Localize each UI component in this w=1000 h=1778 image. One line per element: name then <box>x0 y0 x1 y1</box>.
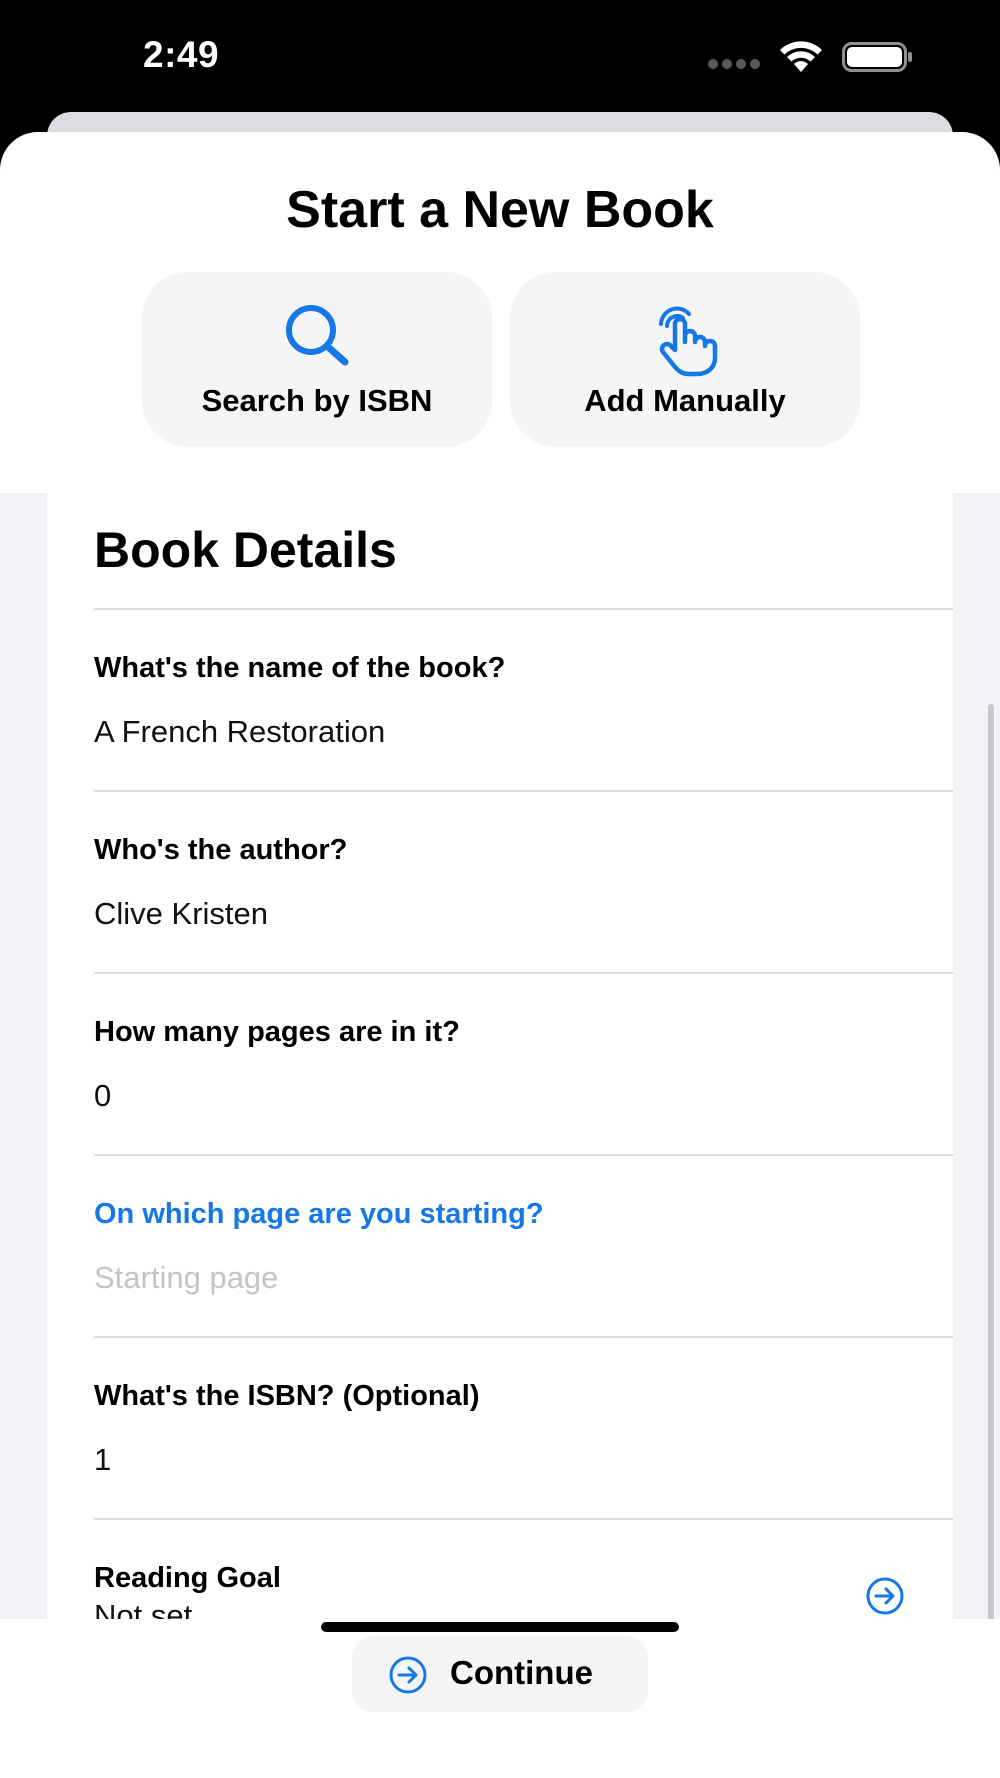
page-count-input[interactable]: 0 <box>94 1078 111 1114</box>
status-time: 2:49 <box>143 34 220 75</box>
book-name-input[interactable]: A French Restoration <box>94 714 385 750</box>
field-label: What's the ISBN? (Optional) <box>94 1380 480 1412</box>
isbn-field[interactable]: What's the ISBN? (Optional) 1 <box>94 1336 953 1518</box>
reading-goal-value: Not set <box>94 1598 193 1619</box>
arrow-circle-right-icon <box>389 1656 427 1694</box>
starting-page-field[interactable]: On which page are you starting? Starting… <box>94 1154 953 1336</box>
field-label-focused: On which page are you starting? <box>94 1198 544 1230</box>
field-label: How many pages are in it? <box>94 1016 460 1048</box>
wifi-icon <box>780 41 822 72</box>
starting-page-input[interactable]: Starting page <box>94 1260 278 1296</box>
author-field[interactable]: Who's the author? Clive Kristen <box>94 790 953 972</box>
search-by-isbn-button[interactable]: Search by ISBN <box>142 272 492 447</box>
section-title: Book Details <box>94 522 397 578</box>
bottom-bar: Continue <box>0 1619 1000 1778</box>
search-by-isbn-label: Search by ISBN <box>201 383 433 418</box>
book-details-form: Book Details What's the name of the book… <box>47 493 953 1619</box>
cellular-signal-icon <box>708 59 762 69</box>
status-bar: 2:49 <box>0 0 1000 118</box>
sheet-title: Start a New Book <box>286 181 714 239</box>
reading-goal-label: Reading Goal <box>94 1562 281 1594</box>
reading-goal-row[interactable]: Reading Goal Not set <box>94 1518 953 1619</box>
home-indicator[interactable] <box>321 1622 679 1632</box>
continue-label: Continue <box>450 1654 593 1691</box>
field-label: Who's the author? <box>94 834 348 866</box>
continue-button[interactable]: Continue <box>352 1636 648 1712</box>
add-manually-label: Add Manually <box>584 383 786 418</box>
battery-icon <box>842 42 912 72</box>
add-manually-button[interactable]: Add Manually <box>510 272 860 447</box>
isbn-input[interactable]: 1 <box>94 1442 111 1478</box>
arrow-circle-right-icon[interactable] <box>865 1576 905 1616</box>
hand-tap-icon <box>659 306 718 377</box>
magnifying-glass-icon <box>286 305 349 366</box>
page-count-field[interactable]: How many pages are in it? 0 <box>94 972 953 1154</box>
scrollbar[interactable] <box>988 704 994 1672</box>
book-name-field[interactable]: What's the name of the book? A French Re… <box>94 608 953 790</box>
field-label: What's the name of the book? <box>94 652 506 684</box>
author-input[interactable]: Clive Kristen <box>94 896 268 932</box>
new-book-sheet: Start a New Book Search by ISBN Add Manu… <box>0 132 1000 1778</box>
